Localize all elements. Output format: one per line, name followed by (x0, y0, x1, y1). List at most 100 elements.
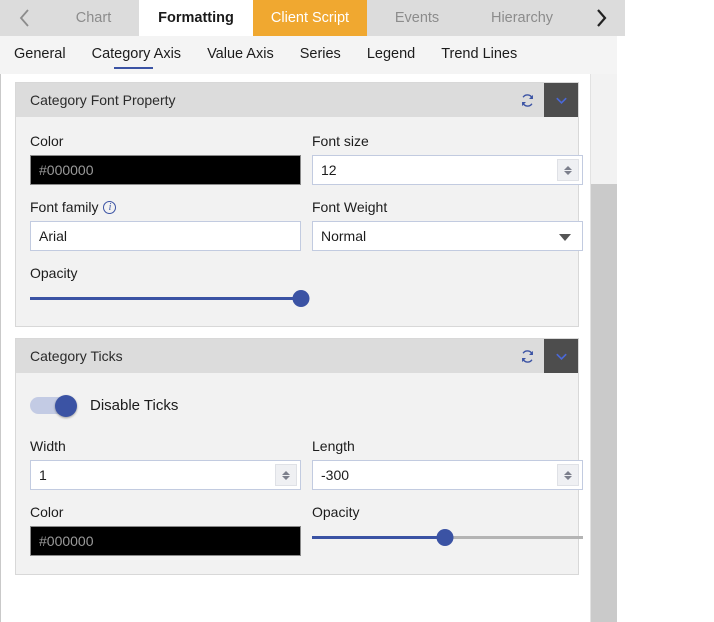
subnav-item-trend-lines[interactable]: Trend Lines (441, 46, 517, 64)
subnav-item-legend-label: Legend (366, 46, 416, 62)
length-value: -300 (321, 467, 350, 483)
color-label: Color (30, 133, 64, 149)
stepper-down-icon[interactable] (564, 170, 572, 175)
panels-container: Category Font Property Color #000000 Fon… (1, 74, 590, 622)
font-size-stepper[interactable] (557, 159, 579, 181)
opacity-slider[interactable] (30, 288, 310, 308)
field-font-size: Font size 12 (312, 133, 583, 185)
stepper-up-icon[interactable] (564, 165, 572, 170)
panel-category-font-property-header: Category Font Property (16, 83, 578, 117)
length-input[interactable]: -300 (312, 460, 583, 490)
tab-events[interactable]: Events (367, 0, 467, 36)
subnav-item-category-axis-label: Category Axis (91, 46, 182, 62)
field-ticks-opacity: Opacity (312, 504, 583, 556)
field-opacity: Opacity (30, 265, 310, 308)
disable-ticks-toggle[interactable] (30, 395, 77, 417)
tab-events-label: Events (394, 10, 440, 26)
subnav-item-series-label: Series (299, 46, 341, 62)
font-size-label: Font size (312, 133, 369, 149)
tabs-scroll-right-button[interactable] (577, 0, 625, 36)
subnav-item-value-axis-label: Value Axis (207, 46, 274, 62)
tab-client-script-label: Client Script (270, 10, 350, 26)
ticks-opacity-slider[interactable] (312, 527, 583, 547)
color-input[interactable]: #000000 (30, 155, 301, 185)
form-row-opacity: Opacity (30, 265, 558, 308)
panel-category-font-property-title: Category Font Property (30, 92, 176, 108)
panel-header-actions (510, 339, 578, 373)
subnav-item-value-axis[interactable]: Value Axis (207, 46, 274, 64)
color-input-value: #000000 (39, 162, 94, 178)
stepper-down-icon[interactable] (282, 475, 290, 480)
width-input[interactable]: 1 (30, 460, 301, 490)
ticks-opacity-label: Opacity (312, 504, 360, 520)
tab-client-script[interactable]: Client Script (253, 0, 367, 36)
panel-header-actions (510, 83, 578, 117)
panel-collapse-button[interactable] (544, 339, 578, 373)
ticks-color-label: Color (30, 504, 64, 520)
panel-category-ticks-title: Category Ticks (30, 348, 123, 364)
form-row-color-fontsize: Color #000000 Font size 12 (30, 133, 583, 185)
field-color: Color #000000 (30, 133, 301, 185)
refresh-icon (521, 349, 533, 363)
opacity-slider-fill (30, 297, 301, 300)
scrollbar-thumb[interactable] (591, 74, 617, 184)
font-family-label: Font family i (30, 199, 301, 215)
field-length: Length -300 (312, 438, 583, 490)
scrollbar-track[interactable] (591, 184, 617, 622)
field-ticks-color: Color #000000 (30, 504, 301, 556)
subnav-item-legend[interactable]: Legend (367, 46, 415, 64)
chevron-right-icon (596, 9, 606, 27)
font-weight-select[interactable]: Normal (312, 221, 583, 251)
tabs-scroll-left-button[interactable] (0, 0, 48, 36)
tab-hierarchy[interactable]: Hierarchy (467, 0, 577, 36)
form-row-color-opacity: Color #000000 Opacity (30, 504, 583, 556)
length-stepper[interactable] (557, 464, 579, 486)
font-family-input[interactable]: Arial (30, 221, 301, 251)
opacity-slider-thumb[interactable] (292, 290, 310, 307)
stepper-down-icon[interactable] (564, 475, 572, 480)
ticks-opacity-slider-thumb[interactable] (436, 529, 454, 546)
opacity-label: Opacity (30, 265, 78, 281)
field-font-family: Font family i Arial (30, 199, 301, 251)
subnav-item-trend-lines-label: Trend Lines (441, 46, 518, 62)
form-row-width-length: Width 1 Length -300 (30, 438, 583, 490)
font-family-label-text: Font family (30, 199, 99, 215)
ticks-color-input[interactable]: #000000 (30, 526, 301, 556)
panel-category-font-property-body: Color #000000 Font size 12 Font family i… (16, 117, 583, 326)
tab-formatting-label: Formatting (158, 10, 234, 26)
panel-category-ticks-header: Category Ticks (16, 339, 578, 373)
chevron-down-icon (559, 234, 571, 241)
panel-collapse-button[interactable] (544, 83, 578, 117)
stepper-up-icon[interactable] (564, 470, 572, 475)
field-width: Width 1 (30, 438, 301, 490)
tab-formatting[interactable]: Formatting (139, 0, 253, 36)
field-font-weight: Font Weight Normal (312, 199, 583, 251)
tab-hierarchy-label: Hierarchy (490, 10, 554, 26)
width-stepper[interactable] (275, 464, 297, 486)
font-size-value: 12 (321, 162, 337, 178)
tab-chart-label: Chart (75, 10, 112, 26)
panel-refresh-button[interactable] (510, 339, 544, 373)
top-tab-bar: Chart Formatting Client Script Events Hi… (0, 0, 714, 36)
length-label: Length (312, 438, 355, 454)
subnav-item-series[interactable]: Series (300, 46, 341, 64)
form-row-fontfamily-fontweight: Font family i Arial Font Weight Normal (30, 199, 583, 251)
font-weight-value: Normal (321, 228, 367, 244)
refresh-icon (521, 93, 533, 107)
formatting-workspace: Category Font Property Color #000000 Fon… (0, 74, 617, 622)
opacity-row-spacer (312, 265, 583, 308)
chevron-down-icon (555, 353, 567, 360)
subnav-item-general[interactable]: General (14, 46, 66, 64)
disable-ticks-row: Disable Ticks (30, 395, 558, 417)
info-icon[interactable]: i (103, 200, 117, 214)
panel-refresh-button[interactable] (510, 83, 544, 117)
stepper-up-icon[interactable] (282, 470, 290, 475)
tab-chart[interactable]: Chart (48, 0, 139, 36)
panels-scrollbar[interactable] (590, 74, 617, 622)
font-size-input[interactable]: 12 (312, 155, 583, 185)
chevron-down-icon (555, 97, 567, 104)
subnav-item-category-axis[interactable]: Category Axis (91, 46, 182, 69)
width-label: Width (30, 438, 66, 454)
ticks-opacity-slider-fill (312, 536, 445, 539)
panel-category-font-property: Category Font Property Color #000000 Fon… (15, 82, 583, 327)
